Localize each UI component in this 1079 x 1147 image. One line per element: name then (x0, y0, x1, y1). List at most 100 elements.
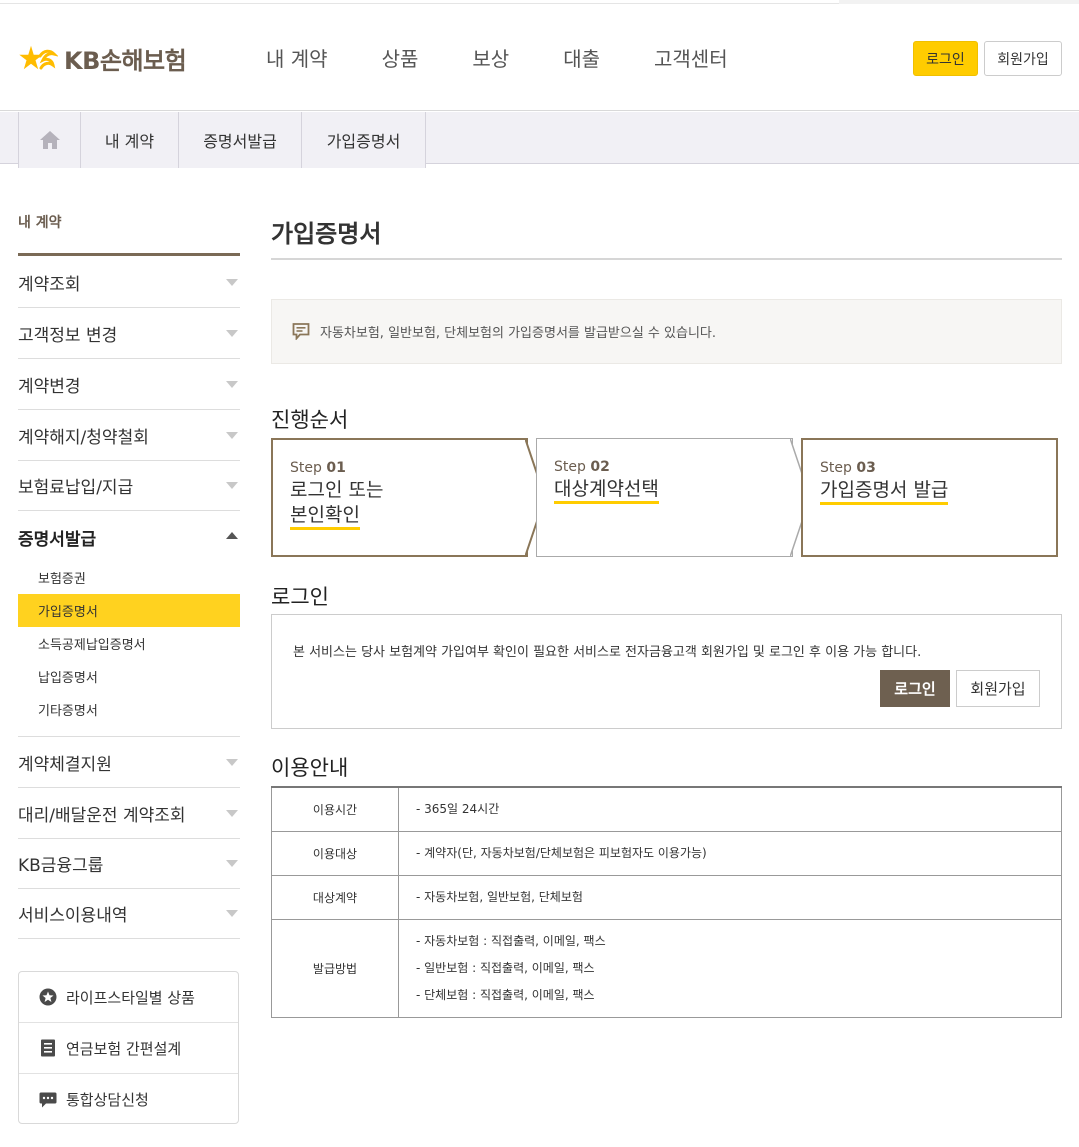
chevron-down-icon (226, 860, 238, 867)
title-divider (271, 258, 1062, 260)
join-button[interactable]: 회원가입 (956, 670, 1040, 707)
usage-table: 이용시간 - 365일 24시간 이용대상 - 계약자(단, 자동차보험/단체보… (271, 786, 1062, 1018)
sidebar-item-label: 고객정보 변경 (18, 326, 118, 346)
nav-item-claims[interactable]: 보상 (472, 43, 509, 72)
login-box: 본 서비스는 당사 보험계약 가입여부 확인이 필요한 서비스로 전자금융고객 … (271, 614, 1062, 729)
nav-item-customer-center[interactable]: 고객센터 (654, 43, 728, 72)
sidebar-sub-item-other-certificate[interactable]: 기타증명서 (18, 693, 240, 726)
step-2: Step 02 대상계약선택 (536, 438, 793, 557)
sidebar-item-label: 계약체결지원 (18, 755, 112, 775)
nav-item-products[interactable]: 상품 (382, 43, 419, 72)
top-rule-segment (839, 0, 1079, 4)
sidebar-sub-item-tax-deduction[interactable]: 소득공제납입증명서 (18, 627, 240, 660)
sidebar-item-contract-inquiry[interactable]: 계약조회 (18, 258, 240, 308)
table-cell: - 계약자(단, 자동차보험/단체보험은 피보험자도 이용가능) (398, 830, 1062, 876)
top-rule (0, 0, 1079, 4)
sidebar-sub-item-policy[interactable]: 보험증권 (18, 561, 240, 594)
sidebar-item-contract-support[interactable]: 계약체결지원 (18, 738, 240, 788)
document-icon (39, 1039, 57, 1057)
login-description: 본 서비스는 당사 보험계약 가입여부 확인이 필요한 서비스로 전자금융고객 … (293, 645, 922, 660)
sidebar-item-label: 계약해지/청약철회 (18, 428, 149, 448)
chevron-up-icon (226, 532, 238, 539)
sidebar-item-label: 보험료납입/지급 (18, 478, 134, 498)
breadcrumb-item-enrollment-certificate[interactable]: 가입증명서 (301, 112, 426, 168)
page-title: 가입증명서 (271, 220, 382, 248)
sidebar-item-payment[interactable]: 보험료납입/지급 (18, 461, 240, 511)
step-label: Step 03 (820, 460, 876, 476)
steps-title: 진행순서 (271, 408, 349, 432)
table-row: 이용시간 - 365일 24시간 (271, 786, 1062, 832)
quick-link-label: 라이프스타일별 상품 (66, 988, 195, 1007)
sidebar-sub-list: 보험증권 가입증명서 소득공제납입증명서 납입증명서 기타증명서 (18, 561, 240, 726)
sidebar-item-label: 계약변경 (18, 377, 81, 397)
step-label: Step 01 (290, 460, 346, 476)
sidebar-item-label: 서비스이용내역 (18, 906, 128, 926)
sidebar-item-label: KB금융그룹 (18, 856, 104, 876)
usage-section-title: 이용안내 (271, 756, 349, 780)
header-login-button[interactable]: 로그인 (913, 41, 978, 76)
table-header-cell: 대상계약 (271, 874, 399, 920)
sidebar-top-divider (18, 253, 240, 256)
quick-link-label: 통합상담신청 (66, 1091, 149, 1109)
table-row: 이용대상 - 계약자(단, 자동차보험/단체보험은 피보험자도 이용가능) (271, 830, 1062, 876)
sidebar-title: 내 계약 (18, 215, 62, 231)
step-text: 가입증명서 발급 (820, 478, 949, 505)
sidebar-item-cancellation[interactable]: 계약해지/청약철회 (18, 411, 240, 461)
table-header-cell: 발급방법 (271, 918, 399, 1018)
chevron-down-icon (226, 910, 238, 917)
chevron-down-icon (226, 759, 238, 766)
site-header: KB손해보험 내 계약 상품 보상 대출 고객센터 로그인 회원가입 (0, 5, 1079, 111)
sidebar-sub-item-payment-certificate[interactable]: 납입증명서 (18, 660, 240, 693)
table-row: 대상계약 - 자동차보험, 일반보험, 단체보험 (271, 874, 1062, 920)
message-icon (292, 323, 310, 340)
chevron-down-icon (226, 381, 238, 388)
sidebar-item-kb-group[interactable]: KB금융그룹 (18, 839, 240, 889)
step-text: 로그인 또는 본인확인 (290, 478, 383, 530)
home-icon (39, 131, 60, 149)
table-cell: - 365일 24시간 (398, 786, 1062, 832)
login-button[interactable]: 로그인 (880, 670, 950, 707)
table-cell: - 자동차보험 : 직접출력, 이메일, 팩스 - 일반보험 : 직접출력, 이… (398, 918, 1062, 1018)
sidebar-item-driver-contract[interactable]: 대리/배달운전 계약조회 (18, 789, 240, 839)
table-header-cell: 이용시간 (271, 786, 399, 832)
sidebar-sub-item-enrollment-certificate[interactable]: 가입증명서 (18, 594, 240, 627)
quick-link-pension-design[interactable]: 연금보험 간편설계 (19, 1023, 238, 1074)
table-cell: - 자동차보험, 일반보험, 단체보험 (398, 874, 1062, 920)
breadcrumb-home[interactable] (18, 112, 80, 168)
nav-item-my-contract[interactable]: 내 계약 (266, 43, 328, 72)
sidebar-item-service-history[interactable]: 서비스이용내역 (18, 889, 240, 939)
star-circle-icon (39, 988, 57, 1006)
sidebar-item-label: 대리/배달운전 계약조회 (18, 806, 186, 826)
breadcrumb-item-my-contract[interactable]: 내 계약 (80, 112, 178, 168)
table-header-cell: 이용대상 (271, 830, 399, 876)
chevron-down-icon (226, 810, 238, 817)
sidebar-divider (18, 736, 240, 737)
quick-link-label: 연금보험 간편설계 (66, 1039, 182, 1058)
chevron-down-icon (226, 482, 238, 489)
step-3: Step 03 가입증명서 발급 (801, 438, 1058, 557)
sidebar-item-label: 증명서발급 (18, 529, 97, 550)
quick-links: 라이프스타일별 상품 연금보험 간편설계 통합상담신청 (18, 971, 239, 1124)
step-1: Step 01 로그인 또는 본인확인 (271, 438, 528, 557)
kb-star-logo-icon (19, 45, 58, 69)
logo-text: KB손해보험 (64, 47, 187, 75)
sidebar-item-contract-change[interactable]: 계약변경 (18, 360, 240, 410)
sidebar-item-certificates[interactable]: 증명서발급 (18, 512, 240, 562)
sidebar-item-customer-info[interactable]: 고객정보 변경 (18, 309, 240, 359)
breadcrumb-item-certificates[interactable]: 증명서발급 (178, 112, 301, 168)
logo[interactable]: KB손해보험 (18, 41, 187, 76)
login-section-title: 로그인 (271, 585, 329, 609)
step-text: 대상계약선택 (554, 477, 659, 504)
quick-link-consultation[interactable]: 통합상담신청 (19, 1074, 238, 1125)
nav-item-loans[interactable]: 대출 (563, 43, 600, 72)
chevron-down-icon (226, 279, 238, 286)
step-label: Step 02 (554, 459, 610, 475)
chat-bubble-icon (39, 1091, 57, 1109)
global-nav: 내 계약 상품 보상 대출 고객센터 (266, 43, 782, 72)
notice-box: 자동차보험, 일반보험, 단체보험의 가입증명서를 발급받으실 수 있습니다. (271, 299, 1062, 364)
table-row: 발급방법 - 자동차보험 : 직접출력, 이메일, 팩스 - 일반보험 : 직접… (271, 918, 1062, 1018)
sidebar-item-label: 계약조회 (18, 275, 81, 295)
header-join-button[interactable]: 회원가입 (984, 41, 1062, 76)
chevron-down-icon (226, 432, 238, 439)
quick-link-lifestyle-products[interactable]: 라이프스타일별 상품 (19, 972, 238, 1023)
